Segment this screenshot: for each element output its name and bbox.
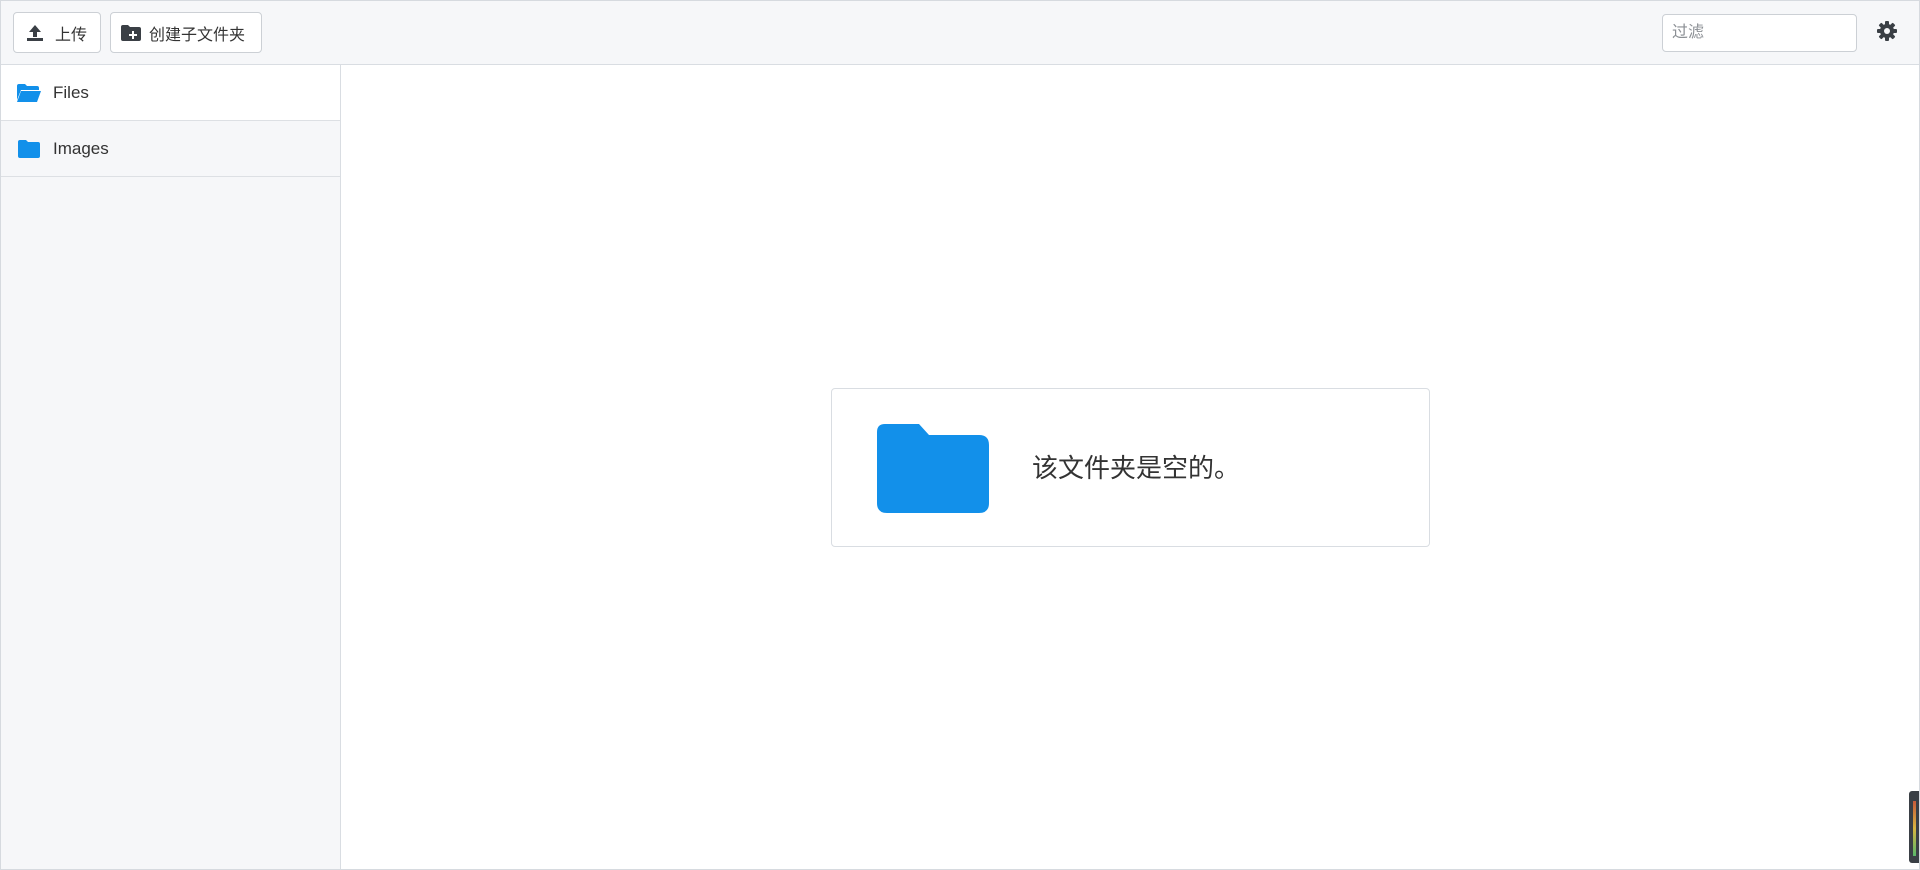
sidebar-item-label: Images xyxy=(53,138,109,158)
file-manager-window: 上传 创建子文件夹 过滤 Files Images 该文件夹是空的。 xyxy=(0,0,1920,870)
sidebar-item-files[interactable]: Files xyxy=(1,65,340,121)
filter-input[interactable] xyxy=(1662,14,1857,52)
main-content: 该文件夹是空的。 xyxy=(341,65,1919,869)
upload-button[interactable]: 上传 xyxy=(13,12,101,53)
upload-icon xyxy=(24,22,46,44)
create-subfolder-label: 创建子文件夹 xyxy=(149,26,246,44)
sidebar-item-images[interactable]: Images xyxy=(1,121,340,177)
sidebar: Files Images xyxy=(1,65,341,869)
empty-folder-message: 该文件夹是空的。 xyxy=(1032,453,1241,483)
folder-open-icon xyxy=(16,82,42,104)
sidebar-item-label: Files xyxy=(53,82,89,102)
create-subfolder-button[interactable]: 创建子文件夹 xyxy=(110,12,262,53)
folder-icon xyxy=(16,138,42,160)
folder-icon xyxy=(877,424,989,513)
gear-icon[interactable] xyxy=(1876,20,1898,42)
audio-meter-widget[interactable] xyxy=(1909,791,1919,863)
toolbar: 上传 创建子文件夹 xyxy=(1,1,1919,65)
upload-button-label: 上传 xyxy=(55,26,88,44)
folder-plus-icon xyxy=(120,22,142,44)
empty-folder-card: 该文件夹是空的。 xyxy=(831,388,1430,547)
